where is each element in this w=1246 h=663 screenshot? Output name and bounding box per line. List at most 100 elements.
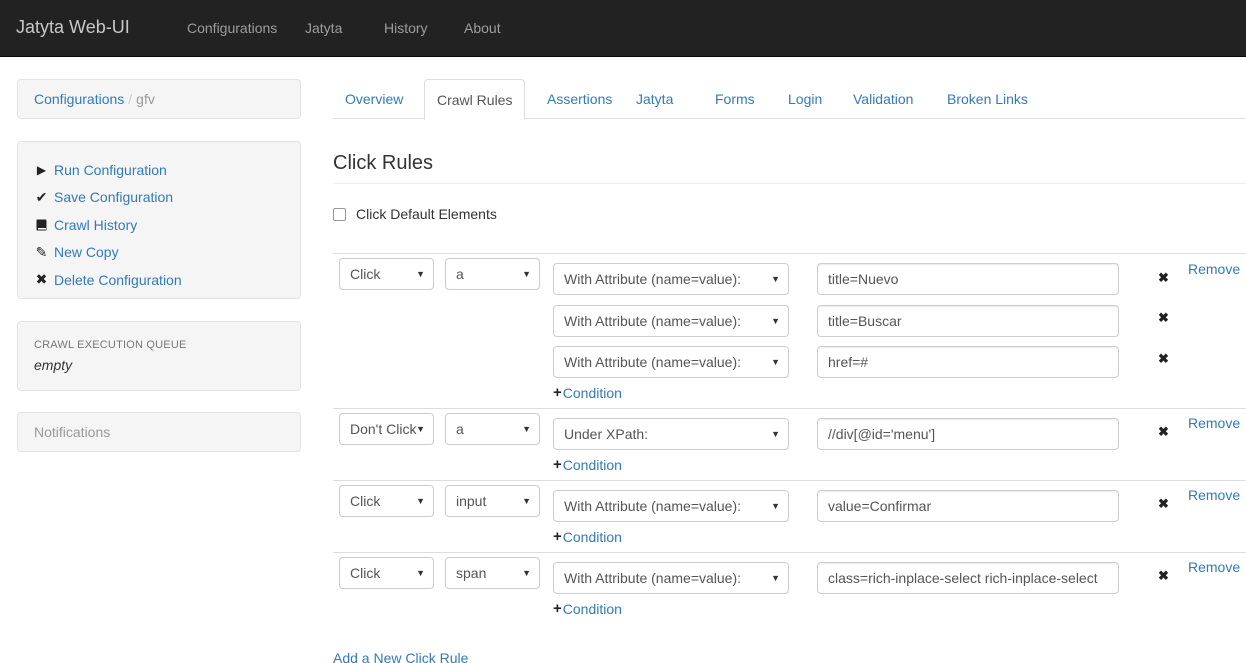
chevron-down-icon: ▼ (522, 496, 531, 506)
rule-divider (333, 480, 1246, 481)
plus-icon: + (553, 600, 562, 617)
condition-type-select[interactable]: With Attribute (name=value): ▼ (553, 305, 789, 337)
condition-value-input[interactable]: href=# (817, 346, 1119, 378)
tab-overview[interactable]: Overview (333, 79, 415, 119)
rule-action-select[interactable]: Click ▼ (339, 485, 434, 517)
add-condition-link[interactable]: + Condition (553, 456, 622, 473)
nav-link-configurations[interactable]: Configurations (187, 20, 277, 36)
queue-title: CRAWL EXECUTION QUEUE (34, 339, 187, 351)
save-configuration-link[interactable]: ✔ Save Configuration (34, 184, 284, 212)
delete-configuration-link[interactable]: ✖ Delete Configuration (34, 266, 284, 294)
tab-login[interactable]: Login (776, 79, 834, 119)
tab-forms[interactable]: Forms (703, 79, 767, 119)
nav-link-history[interactable]: History (384, 20, 428, 36)
chevron-down-icon: ▼ (771, 316, 780, 326)
chevron-down-icon: ▼ (522, 568, 531, 578)
condition-type-select[interactable]: With Attribute (name=value): ▼ (553, 562, 789, 594)
remove-condition-icon[interactable]: ✖ (1158, 351, 1169, 367)
rule-action-select[interactable]: Click ▼ (339, 557, 434, 589)
remove-condition-icon[interactable]: ✖ (1158, 496, 1169, 512)
chevron-down-icon: ▼ (416, 496, 425, 506)
rule-action-select[interactable]: Click ▼ (339, 258, 434, 290)
configuration-actions-panel: ▶ Run Configuration ✔ Save Configuration… (17, 141, 301, 299)
add-condition-link[interactable]: + Condition (553, 600, 622, 617)
remove-rule-link[interactable]: Remove (1188, 559, 1240, 575)
check-icon: ✔ (35, 188, 48, 205)
top-navbar: Jatyta Web-UI Configurations Jatyta Hist… (0, 0, 1246, 57)
plus-icon: + (553, 384, 562, 401)
rule-tag-select[interactable]: input ▼ (445, 485, 540, 517)
chevron-down-icon: ▼ (416, 269, 425, 279)
remove-condition-icon[interactable]: ✖ (1158, 270, 1169, 286)
chevron-down-icon: ▼ (771, 501, 780, 511)
chevron-down-icon: ▼ (416, 424, 425, 434)
heading-divider (333, 183, 1246, 184)
remove-condition-icon[interactable]: ✖ (1158, 310, 1169, 326)
condition-value-input[interactable]: class=rich-inplace-select rich-inplace-s… (817, 562, 1119, 594)
add-condition-link[interactable]: + Condition (553, 528, 622, 545)
new-copy-label: New Copy (54, 244, 119, 261)
delete-configuration-label: Delete Configuration (54, 271, 182, 288)
book-icon (34, 219, 49, 231)
brand-link[interactable]: Jatyta Web-UI (16, 17, 130, 38)
rule-divider (333, 253, 1246, 254)
breadcrumb-current: gfv (136, 91, 155, 107)
chevron-down-icon: ▼ (771, 429, 780, 439)
condition-value-input[interactable]: title=Buscar (817, 305, 1119, 337)
nav-link-about[interactable]: About (464, 20, 501, 36)
crawl-history-link[interactable]: Crawl History (34, 211, 284, 239)
chevron-down-icon: ▼ (771, 357, 780, 367)
condition-type-select[interactable]: With Attribute (name=value): ▼ (553, 263, 789, 295)
click-default-elements-option[interactable]: Click Default Elements (333, 206, 497, 222)
condition-type-select[interactable]: Under XPath: ▼ (553, 418, 789, 450)
chevron-down-icon: ▼ (522, 424, 531, 434)
click-default-elements-label: Click Default Elements (356, 206, 497, 222)
add-click-rule-link[interactable]: Add a New Click Rule (333, 650, 468, 663)
remove-condition-icon[interactable]: ✖ (1158, 568, 1169, 584)
rule-tag-select[interactable]: span ▼ (445, 557, 540, 589)
rule-divider (333, 552, 1246, 553)
remove-rule-link[interactable]: Remove (1188, 487, 1240, 503)
remove-rule-link[interactable]: Remove (1188, 261, 1240, 277)
play-icon: ▶ (36, 162, 47, 177)
notifications-panel: Notifications (17, 412, 301, 452)
save-configuration-label: Save Configuration (54, 189, 174, 206)
condition-type-select[interactable]: With Attribute (name=value): ▼ (553, 490, 789, 522)
breadcrumb-configurations-link[interactable]: Configurations (34, 91, 124, 107)
crawl-history-label: Crawl History (54, 216, 138, 233)
plus-icon: + (553, 456, 562, 473)
condition-value-input[interactable]: //div[@id='menu'] (817, 418, 1119, 450)
breadcrumb-separator: / (128, 91, 133, 107)
run-configuration-label: Run Configuration (54, 161, 167, 178)
run-configuration-link[interactable]: ▶ Run Configuration (34, 156, 284, 184)
rule-action-select[interactable]: Don't Click ▼ (339, 413, 434, 445)
pencil-icon: ✎ (35, 243, 48, 260)
condition-value-input[interactable]: title=Nuevo (817, 263, 1119, 295)
add-condition-link[interactable]: + Condition (553, 384, 622, 401)
rule-tag-select[interactable]: a ▼ (445, 413, 540, 445)
remove-condition-icon[interactable]: ✖ (1158, 424, 1169, 440)
remove-rule-link[interactable]: Remove (1188, 415, 1240, 431)
plus-icon: + (553, 528, 562, 545)
click-default-elements-checkbox[interactable] (333, 207, 346, 221)
config-tabs: Overview Crawl Rules Assertions Jatyta F… (333, 79, 1246, 120)
crawl-queue-panel: CRAWL EXECUTION QUEUE empty (17, 321, 301, 391)
tab-crawl-rules[interactable]: Crawl Rules (424, 79, 526, 120)
click-rules-heading: Click Rules (333, 152, 434, 174)
tab-validation[interactable]: Validation (841, 79, 925, 119)
condition-type-select[interactable]: With Attribute (name=value): ▼ (553, 346, 789, 378)
condition-value-input[interactable]: value=Confirmar (817, 490, 1119, 522)
rule-tag-select[interactable]: a ▼ (445, 258, 540, 290)
nav-link-jatyta[interactable]: Jatyta (305, 20, 342, 36)
queue-status: empty (34, 357, 73, 373)
tab-broken-links[interactable]: Broken Links (935, 79, 1040, 119)
rule-divider (333, 408, 1246, 409)
chevron-down-icon: ▼ (771, 274, 780, 284)
chevron-down-icon: ▼ (522, 269, 531, 279)
chevron-down-icon: ▼ (771, 573, 780, 583)
new-copy-link[interactable]: ✎ New Copy (34, 239, 284, 267)
breadcrumb: Configurations / gfv (17, 79, 301, 119)
tab-assertions[interactable]: Assertions (535, 79, 624, 119)
chevron-down-icon: ▼ (416, 568, 425, 578)
tab-jatyta[interactable]: Jatyta (624, 79, 685, 119)
